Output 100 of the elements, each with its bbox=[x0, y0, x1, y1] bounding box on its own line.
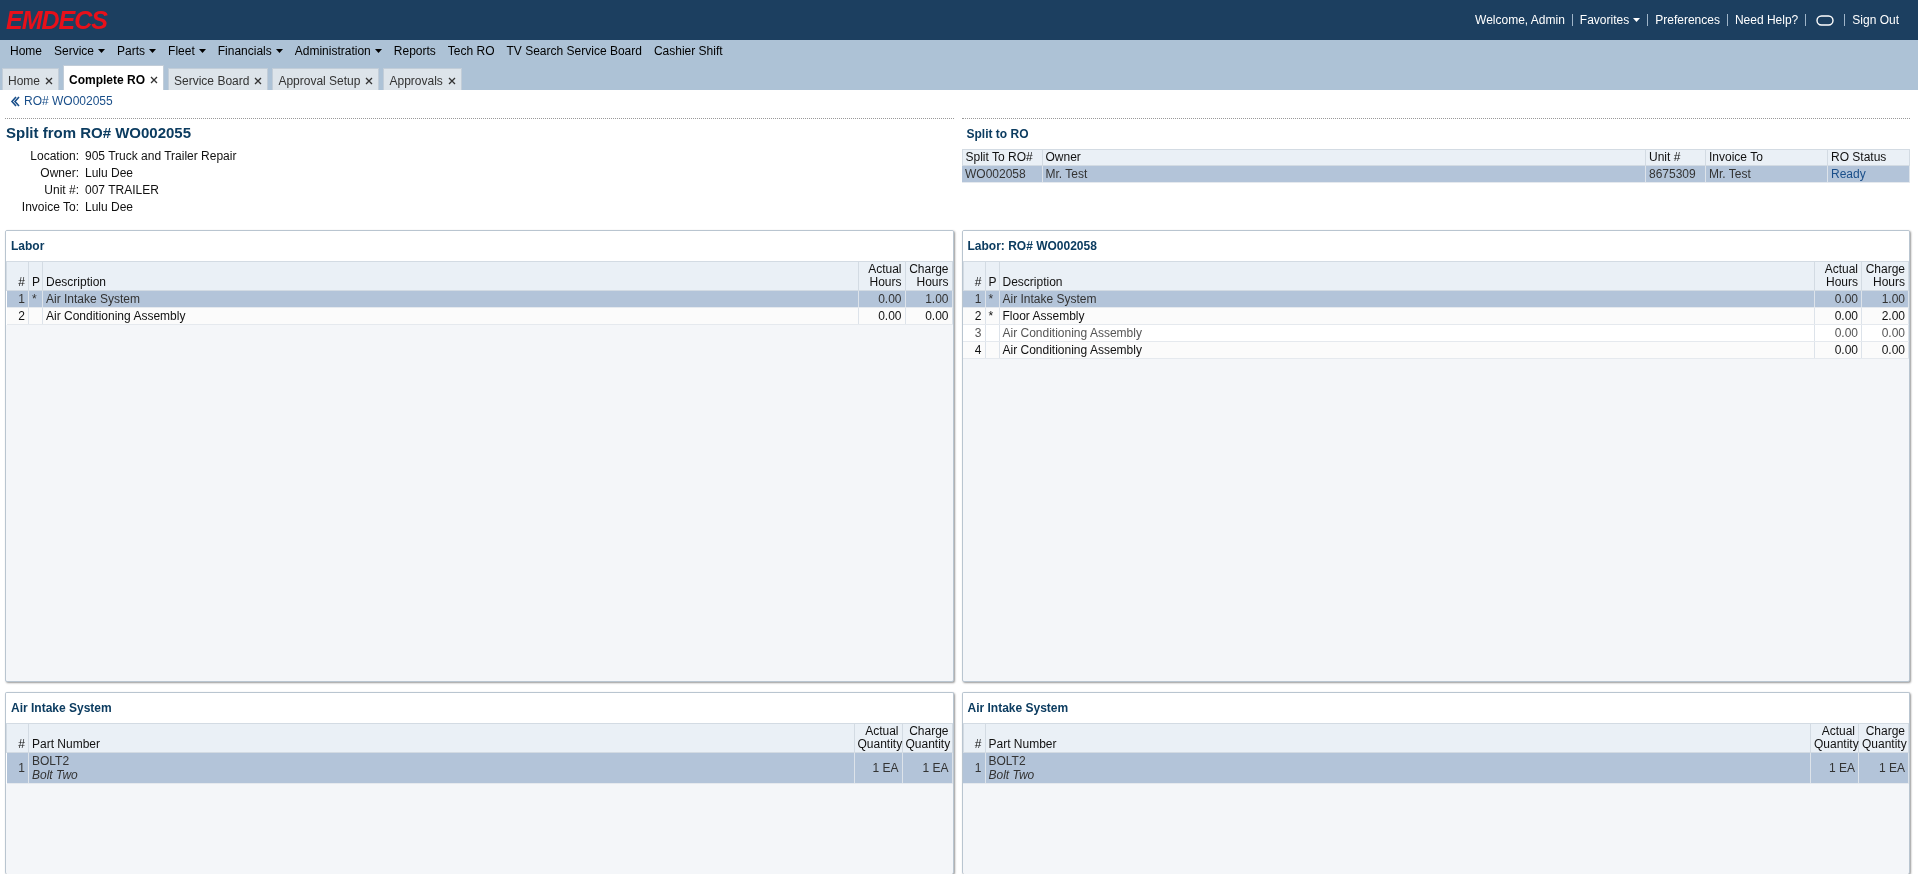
table-cell: 4 bbox=[974, 343, 982, 357]
close-icon[interactable] bbox=[45, 77, 53, 85]
table-cell: 1 bbox=[974, 761, 982, 775]
column-header: Owner bbox=[1042, 149, 1646, 166]
table-cell: 1 bbox=[18, 292, 25, 306]
column-header: # bbox=[963, 261, 985, 291]
table-cell: 2 bbox=[974, 309, 982, 323]
table-cell: * bbox=[988, 309, 994, 323]
panel-title: Labor bbox=[10, 238, 46, 255]
header-link[interactable]: Preferences bbox=[1647, 14, 1727, 26]
caret-icon bbox=[98, 49, 106, 53]
column-header: Charge Hours bbox=[905, 261, 952, 291]
close-icon[interactable] bbox=[254, 77, 263, 85]
field-value: Lulu Dee bbox=[85, 164, 135, 182]
chat-icon[interactable] bbox=[1816, 15, 1835, 27]
column-header: RO Status bbox=[1827, 149, 1910, 166]
logo: EMDECS bbox=[6, 7, 107, 33]
table-cell: 0.00 bbox=[1834, 309, 1858, 323]
nav-menu-item[interactable]: Home bbox=[4, 42, 48, 60]
panel-title: Air Intake System bbox=[10, 700, 113, 717]
part-description: Bolt Two bbox=[32, 768, 79, 782]
column-header: # bbox=[963, 723, 985, 753]
field-label: Location: bbox=[29, 147, 79, 165]
table-cell: 1.00 bbox=[925, 292, 949, 306]
breadcrumb-link[interactable]: RO# WO002055 bbox=[24, 92, 113, 110]
table-cell: 2.00 bbox=[1881, 309, 1905, 323]
table-cell: 1 EA bbox=[922, 761, 949, 775]
close-icon[interactable] bbox=[447, 77, 456, 85]
column-header: Charge Quantity bbox=[1858, 723, 1909, 753]
table-cell: * bbox=[32, 292, 37, 306]
column-header: Unit # bbox=[1645, 149, 1706, 166]
nav-menu-item[interactable]: Financials bbox=[211, 42, 289, 60]
table-cell: 0.00 bbox=[1834, 343, 1858, 357]
column-header: Invoice To bbox=[1705, 149, 1828, 166]
close-icon[interactable] bbox=[365, 77, 374, 85]
table-cell: * bbox=[988, 292, 994, 306]
field-value: 007 TRAILER bbox=[85, 181, 160, 199]
table-cell: Floor Assembly bbox=[1002, 309, 1085, 323]
nav-menu-item[interactable]: Cashier Shift bbox=[647, 42, 729, 60]
table-cell: 0.00 bbox=[878, 309, 902, 323]
caret-icon bbox=[1633, 18, 1641, 22]
part-number: BOLT2 bbox=[988, 754, 1027, 768]
panel-title: Air Intake System bbox=[966, 700, 1070, 717]
table-cell: 1.00 bbox=[1881, 292, 1905, 306]
table-cell: 1 EA bbox=[1879, 761, 1905, 775]
close-icon[interactable] bbox=[150, 76, 159, 84]
caret-icon bbox=[198, 49, 206, 53]
welcome-text: Welcome, Admin bbox=[1474, 14, 1566, 26]
table-cell: 3 bbox=[974, 326, 982, 340]
table-cell: 0.00 bbox=[1881, 343, 1905, 357]
column-header: Actual Hours bbox=[858, 261, 905, 291]
table-cell: Mr. Test bbox=[1045, 167, 1088, 181]
field-label: Owner: bbox=[39, 164, 79, 182]
nav-menu-item[interactable]: Reports bbox=[387, 42, 442, 60]
nav-menu-item[interactable]: Fleet bbox=[162, 42, 212, 60]
tab[interactable]: Home bbox=[2, 68, 59, 90]
tab[interactable]: Service Board bbox=[168, 68, 269, 90]
back-icon bbox=[10, 95, 20, 107]
column-header: Split To RO# bbox=[962, 149, 1042, 166]
header-link[interactable]: Need Help? bbox=[1726, 14, 1806, 26]
nav-menu-item[interactable]: TV Search Service Board bbox=[500, 42, 648, 60]
nav-menu-item[interactable]: Tech RO bbox=[441, 42, 501, 60]
column-header: Part Number bbox=[985, 723, 1811, 753]
table-cell: 8675309 bbox=[1649, 167, 1696, 181]
table-cell: 1 EA bbox=[872, 761, 899, 775]
field-value: 905 Truck and Trailer Repair bbox=[85, 147, 238, 165]
table-cell: Air Conditioning Assembly bbox=[1002, 326, 1142, 340]
table-cell: WO002058 bbox=[965, 167, 1026, 181]
field-label: Invoice To: bbox=[20, 198, 79, 216]
table-cell: 0.00 bbox=[1834, 326, 1858, 340]
column-header: Actual Quantity bbox=[854, 723, 902, 753]
table-cell: Air Intake System bbox=[1002, 292, 1097, 306]
part-description: Bolt Two bbox=[988, 768, 1036, 782]
header-link[interactable]: Sign Out bbox=[1844, 14, 1906, 26]
tab[interactable]: Complete RO bbox=[63, 65, 165, 90]
nav-menu-item[interactable]: Service bbox=[48, 42, 112, 60]
tab[interactable]: Approvals bbox=[383, 68, 462, 90]
column-header: Charge Quantity bbox=[902, 723, 952, 753]
tab[interactable]: Approval Setup bbox=[272, 68, 380, 90]
panel-title: Split to RO bbox=[965, 126, 1030, 143]
column-header: # bbox=[6, 261, 29, 291]
table-cell: 1 bbox=[18, 761, 25, 775]
nav-menu-item[interactable]: Administration bbox=[288, 42, 388, 60]
table-cell: Mr. Test bbox=[1709, 167, 1751, 181]
column-header: # bbox=[6, 723, 29, 753]
ro-title: Split from RO# WO002055 bbox=[5, 123, 193, 143]
table-cell: 2 bbox=[18, 309, 25, 323]
table-cell: Air Conditioning Assembly bbox=[1002, 343, 1142, 357]
nav-menu-item[interactable]: Parts bbox=[111, 42, 163, 60]
favorites-menu[interactable]: Favorites bbox=[1571, 14, 1648, 26]
table-cell: Air Intake System bbox=[46, 292, 141, 306]
column-header: Actual Quantity bbox=[1810, 723, 1859, 753]
table-cell: 0.00 bbox=[1834, 292, 1858, 306]
table-cell: 0.00 bbox=[925, 309, 949, 323]
table-cell: 1 bbox=[974, 292, 982, 306]
field-value: Lulu Dee bbox=[85, 198, 135, 216]
column-header: Actual Hours bbox=[1814, 261, 1862, 291]
column-header: Description bbox=[999, 261, 1815, 291]
field-label: Unit #: bbox=[43, 181, 79, 199]
column-header: Description bbox=[42, 261, 858, 291]
